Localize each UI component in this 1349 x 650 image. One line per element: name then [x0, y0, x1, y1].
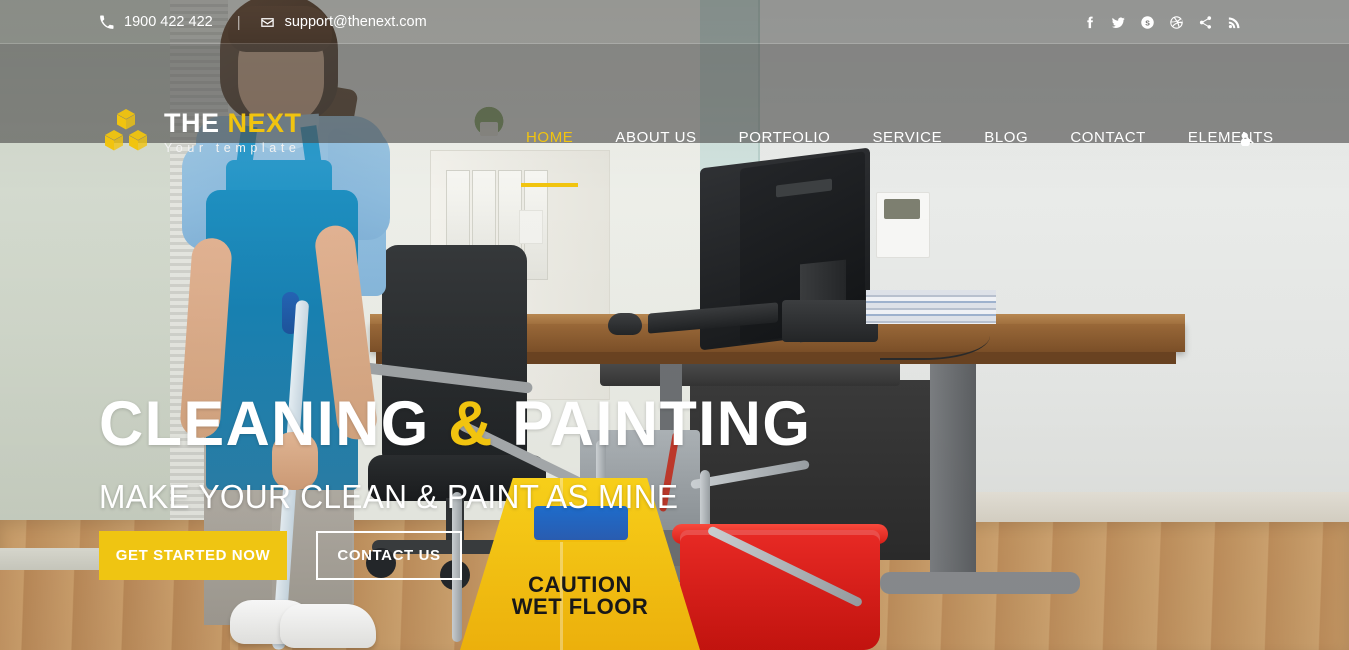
hero-title-part2: PAINTING: [493, 389, 812, 459]
page-stage: CAUTION WET FLOOR 1900 422 422 | support…: [0, 0, 1349, 650]
hero-title: CLEANING & PAINTING: [99, 393, 811, 456]
brand-logo[interactable]: THE NEXT Your template: [100, 106, 302, 158]
svg-text:S: S: [1145, 20, 1150, 27]
facebook-icon[interactable]: [1075, 0, 1104, 44]
email-address: support@thenext.com: [284, 14, 427, 30]
twitter-icon[interactable]: [1104, 0, 1133, 44]
nav-item-about-us[interactable]: ABOUT US: [594, 88, 717, 187]
skype-icon[interactable]: S: [1133, 0, 1162, 44]
cubes-logo-icon: [100, 106, 152, 158]
contact-us-button[interactable]: CONTACT US: [316, 531, 462, 580]
brand-tagline: Your template: [164, 140, 301, 155]
main-navbar: THE NEXT Your template HOME ABOUT US POR…: [0, 44, 1349, 187]
nav-menu: HOME ABOUT US PORTFOLIO SERVICE BLOG CON…: [505, 88, 1295, 187]
phone-contact[interactable]: 1900 422 422: [98, 14, 213, 31]
brand-title-accent: NEXT: [227, 107, 302, 138]
social-links: S: [1075, 0, 1249, 44]
brand-title-main: THE: [164, 107, 228, 138]
nav-item-contact[interactable]: CONTACT: [1049, 88, 1167, 187]
nav-item-service[interactable]: SERVICE: [851, 88, 963, 187]
search-icon[interactable]: [1226, 88, 1266, 187]
hero-title-part1: CLEANING: [99, 389, 449, 459]
hero-title-ampersand: &: [448, 389, 494, 459]
email-contact[interactable]: support@thenext.com: [259, 14, 427, 31]
dribbble-icon[interactable]: [1162, 0, 1191, 44]
phone-number: 1900 422 422: [124, 14, 213, 30]
hero-subtitle: MAKE YOUR CLEAN & PAINT AS MINE: [99, 478, 679, 515]
top-bar: 1900 422 422 | support@thenext.com S: [0, 0, 1349, 44]
nav-item-portfolio[interactable]: PORTFOLIO: [718, 88, 852, 187]
topbar-separator: |: [236, 13, 241, 31]
nav-item-blog[interactable]: BLOG: [963, 88, 1049, 187]
hero-button-group: GET STARTED NOW CONTACT US: [99, 531, 462, 580]
brand-text: THE NEXT Your template: [164, 108, 302, 155]
brand-title: THE NEXT: [164, 108, 302, 138]
topbar-contact-group: 1900 422 422 | support@thenext.com: [98, 0, 427, 44]
get-started-button[interactable]: GET STARTED NOW: [99, 531, 287, 580]
nav-item-home[interactable]: HOME: [505, 88, 594, 187]
share-icon[interactable]: [1191, 0, 1220, 44]
phone-icon: [98, 14, 115, 31]
envelope-icon: [259, 14, 276, 31]
rss-icon[interactable]: [1220, 0, 1249, 44]
